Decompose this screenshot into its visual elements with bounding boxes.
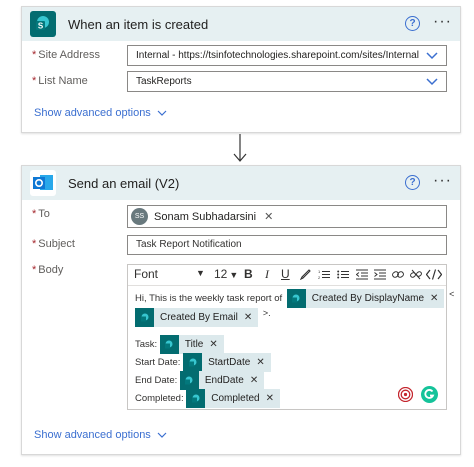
to-field[interactable]: SS Sonam Subhadarsini ✕ <box>127 205 447 228</box>
list-name-label: * List Name <box>32 75 88 87</box>
body-intro: Hi, This is the weekly task report of <box>135 293 283 304</box>
sharepoint-icon <box>183 353 203 372</box>
subject-value: Task Report Notification <box>136 239 242 250</box>
svg-text:1: 1 <box>318 269 321 274</box>
italic-button[interactable]: I <box>265 267 269 282</box>
token-title[interactable]: Title ✕ <box>159 335 224 354</box>
help-icon[interactable]: ? <box>405 175 420 190</box>
remove-token-icon[interactable]: ✕ <box>244 312 252 323</box>
token-created-by-email[interactable]: Created By Email ✕ <box>135 308 259 327</box>
action-title: Send an email (V2) <box>68 175 180 191</box>
decrease-indent-icon[interactable] <box>356 269 368 280</box>
task-label: Task: <box>135 339 158 350</box>
to-label: * To <box>32 208 50 220</box>
sharepoint-icon <box>159 335 179 354</box>
svg-text:2: 2 <box>318 275 321 280</box>
site-address-value: Internal - https://tsinfotechnologies.sh… <box>136 50 419 61</box>
trigger-card-header[interactable]: S When an item is created ? ··· <box>22 7 460 41</box>
token-start-date[interactable]: StartDate ✕ <box>183 353 271 372</box>
target-icon[interactable] <box>398 387 413 402</box>
font-select[interactable]: Font ▼ <box>134 267 205 281</box>
sharepoint-icon <box>135 308 154 327</box>
subject-field[interactable]: Task Report Notification <box>127 235 447 255</box>
bold-button[interactable]: B <box>244 267 253 281</box>
token-completed[interactable]: Completed ✕ <box>186 389 280 408</box>
body-editor[interactable]: Font ▼ 12 ▼ B I U 12 Hi, This is the weekl… <box>127 264 454 410</box>
list-name-value: TaskReports <box>136 76 192 87</box>
recipient-name: Sonam Subhadarsini <box>154 210 257 223</box>
remove-token-icon[interactable]: ✕ <box>266 393 274 404</box>
trigger-title: When an item is created <box>68 16 209 32</box>
increase-indent-icon[interactable] <box>374 269 386 280</box>
action-card: Send an email (V2) ? ··· * To SS Sonam Su… <box>21 165 461 455</box>
site-address-label: * Site Address <box>32 49 101 61</box>
sharepoint-icon <box>286 289 306 308</box>
chevron-down-icon <box>157 432 167 438</box>
connector-arrow-icon <box>233 134 247 162</box>
bullet-list-icon[interactable] <box>337 269 349 280</box>
remove-token-icon[interactable]: ✕ <box>209 339 217 350</box>
token-created-by-displayname[interactable]: Created By DisplayName ✕ <box>286 289 445 308</box>
sharepoint-icon <box>186 389 206 408</box>
sharepoint-icon: S <box>30 11 56 37</box>
chevron-down-icon[interactable] <box>426 49 438 61</box>
token-end-date[interactable]: EndDate ✕ <box>179 371 265 390</box>
help-icon[interactable]: ? <box>405 16 420 31</box>
body-label: * Body <box>32 264 64 276</box>
font-size-select[interactable]: 12 ▼ <box>214 267 238 281</box>
more-icon[interactable]: ··· <box>433 13 452 31</box>
underline-button[interactable]: U <box>281 267 290 281</box>
code-view-icon[interactable] <box>426 269 442 280</box>
svg-text:S: S <box>38 22 44 31</box>
site-address-dropdown[interactable]: Internal - https://tsinfotechnologies.sh… <box>127 45 447 66</box>
remove-token-icon[interactable]: ✕ <box>430 293 438 304</box>
less-than-text: < <box>449 289 455 299</box>
remove-token-icon[interactable]: ✕ <box>250 375 258 386</box>
remove-token-icon[interactable]: ✕ <box>256 357 264 368</box>
pen-icon[interactable] <box>300 269 311 280</box>
list-name-dropdown[interactable]: TaskReports <box>127 71 447 92</box>
more-icon[interactable]: ··· <box>433 172 452 190</box>
trigger-card: S When an item is created ? ··· * Site Ad… <box>21 6 461 133</box>
grammarly-icon[interactable] <box>421 386 438 403</box>
numbered-list-icon[interactable]: 12 <box>318 269 330 280</box>
start-date-label: Start Date: <box>135 357 181 368</box>
remove-recipient-icon[interactable]: ✕ <box>264 210 273 223</box>
subject-label: * Subject <box>32 238 75 250</box>
action-card-header[interactable]: Send an email (V2) ? ··· <box>22 166 460 200</box>
recipient-chip[interactable]: SS Sonam Subhadarsini ✕ <box>131 208 273 225</box>
chevron-down-icon[interactable] <box>426 75 438 87</box>
chevron-down-icon <box>157 110 167 116</box>
show-advanced-options-link[interactable]: Show advanced options <box>34 107 167 119</box>
editor-toolbar: Font ▼ 12 ▼ B I U 12 <box>128 265 446 286</box>
avatar: SS <box>131 208 148 225</box>
end-date-label: End Date: <box>135 375 178 386</box>
show-advanced-options-link[interactable]: Show advanced options <box>34 429 167 441</box>
completed-label: Completed: <box>135 393 184 404</box>
sharepoint-icon <box>179 371 199 390</box>
outlook-icon <box>30 170 56 196</box>
greater-than-text: >. <box>262 308 271 318</box>
link-icon[interactable] <box>392 269 404 280</box>
unlink-icon[interactable] <box>410 269 422 280</box>
